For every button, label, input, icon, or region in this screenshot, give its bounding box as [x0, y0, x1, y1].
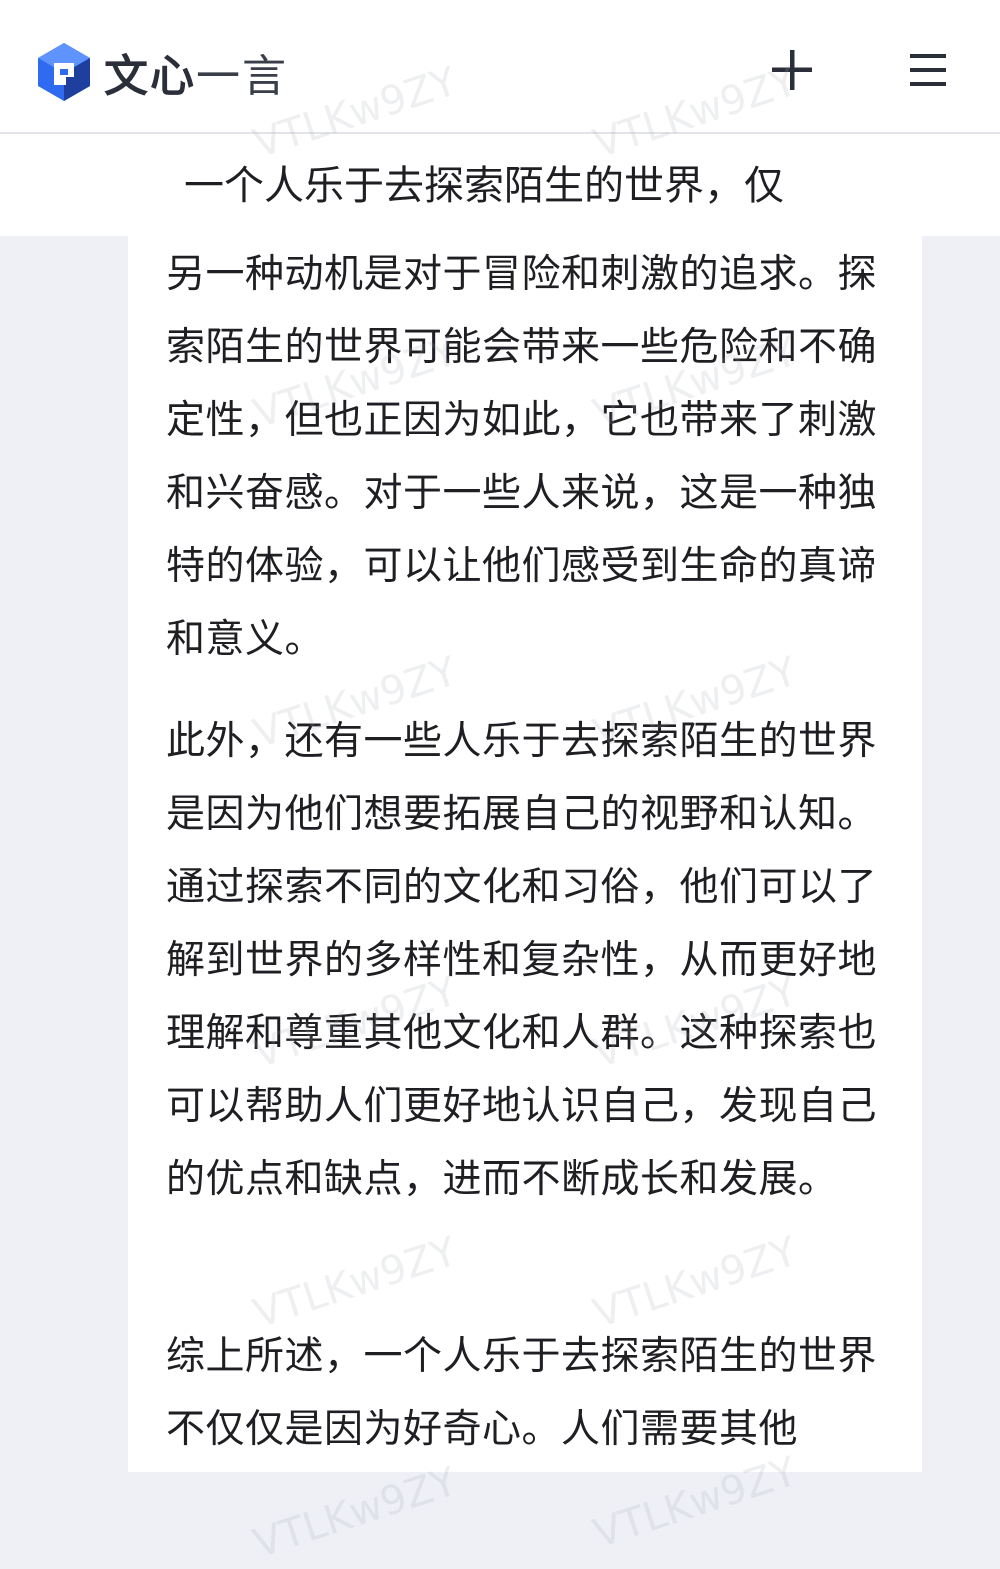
new-chat-button[interactable]: [762, 40, 822, 100]
hamburger-menu-icon: [910, 54, 946, 86]
app-title: 文心一言: [104, 51, 288, 102]
user-prompt-text: 一个人乐于去探索陌生的世界，仅: [184, 163, 784, 209]
wenxin-logo-icon: [38, 43, 90, 101]
answer-paragraph: 综上所述，一个人乐于去探索陌生的世界不仅仅是因为好奇心。人们需要其他: [166, 1334, 878, 1452]
app-header: 文心一言: [0, 0, 1000, 134]
watermark: VTLKw9ZY: [248, 1458, 463, 1568]
answer-paragraph: 此外，还有一些人乐于去探索陌生的世界是因为他们想要拓展自己的视野和认知。通过探索…: [166, 719, 878, 1202]
menu-button[interactable]: [898, 40, 958, 100]
plus-icon: [772, 50, 812, 90]
answer-paragraph: 另一种动机是对于冒险和刺激的追求。探索陌生的世界可能会带来一些危险和不确定性，但…: [166, 252, 878, 662]
app-logo[interactable]: 文心一言: [36, 40, 288, 104]
